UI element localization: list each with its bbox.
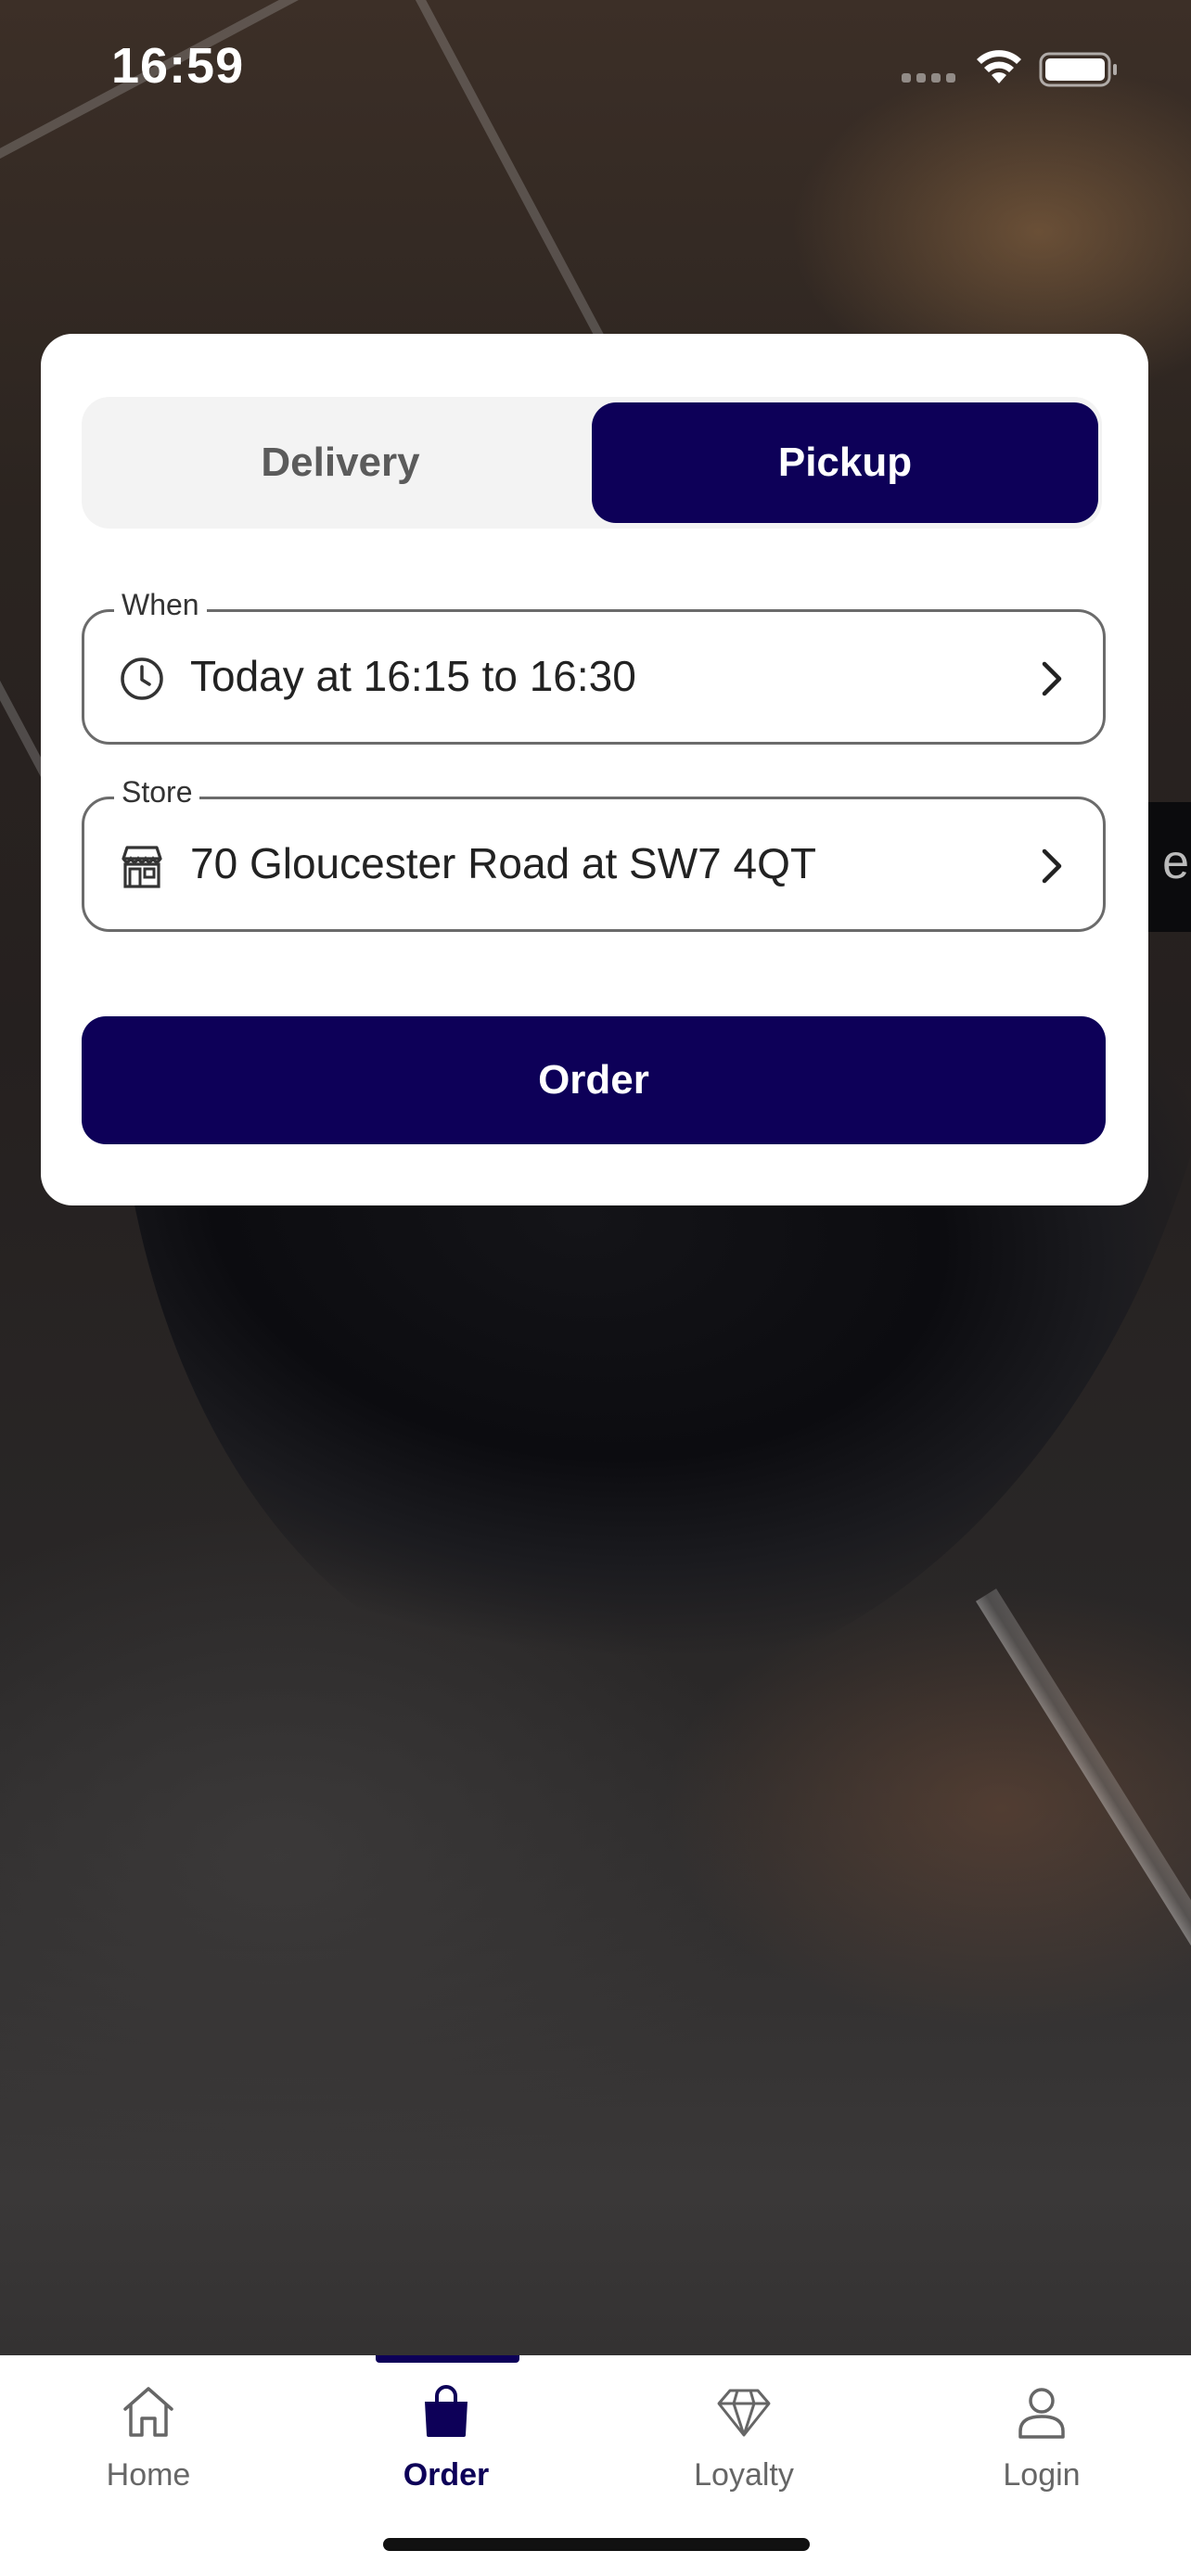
home-indicator: [383, 2538, 810, 2551]
shopping-bag-icon: [425, 2385, 467, 2437]
tab-loyalty-label: Loyalty: [694, 2457, 794, 2493]
delivery-option[interactable]: Delivery: [87, 402, 594, 523]
tab-order-label: Order: [403, 2457, 490, 2493]
store-icon: [122, 846, 162, 888]
chevron-right-icon: [1042, 848, 1062, 884]
user-icon: [1018, 2388, 1065, 2439]
when-field-label: When: [114, 588, 207, 622]
status-bar: 16:59: [0, 0, 1191, 139]
fulfilment-mode-toggle: Delivery Pickup: [82, 397, 1102, 529]
active-tab-indicator: [376, 2355, 519, 2363]
when-field-value: Today at 16:15 to 16:30: [190, 652, 636, 700]
order-options-card: Delivery Pickup When Today at 16:15 to 1…: [41, 334, 1148, 1205]
background-banner-letter: e: [1162, 835, 1189, 889]
when-field[interactable]: When Today at 16:15 to 16:30: [82, 588, 1106, 745]
store-field[interactable]: Store 70 Gloucester Road at SW7 4QT: [82, 775, 1106, 932]
wine-glass-stem-image: [975, 1588, 1191, 2152]
tab-order[interactable]: Order: [353, 2379, 539, 2519]
tab-home-label: Home: [106, 2457, 191, 2493]
tab-loyalty[interactable]: Loyalty: [651, 2379, 837, 2519]
store-field-value: 70 Gloucester Road at SW7 4QT: [190, 839, 816, 887]
pickup-option[interactable]: Pickup: [592, 402, 1098, 523]
diamond-icon: [717, 2389, 771, 2437]
battery-icon: [1039, 52, 1117, 87]
order-button[interactable]: Order: [82, 1016, 1106, 1144]
tab-login-label: Login: [1003, 2457, 1081, 2493]
wifi-icon: [977, 50, 1021, 83]
status-time: 16:59: [111, 38, 245, 94]
chevron-right-icon: [1042, 661, 1062, 696]
store-field-label: Store: [114, 775, 200, 810]
cellular-signal-icon: [902, 70, 961, 87]
tab-home[interactable]: Home: [56, 2379, 241, 2519]
home-icon: [123, 2387, 173, 2437]
order-screen: e 16:59 Delivery Pickup When Today at 16…: [0, 0, 1191, 2576]
tab-login[interactable]: Login: [949, 2379, 1134, 2519]
clock-icon: [121, 657, 163, 700]
